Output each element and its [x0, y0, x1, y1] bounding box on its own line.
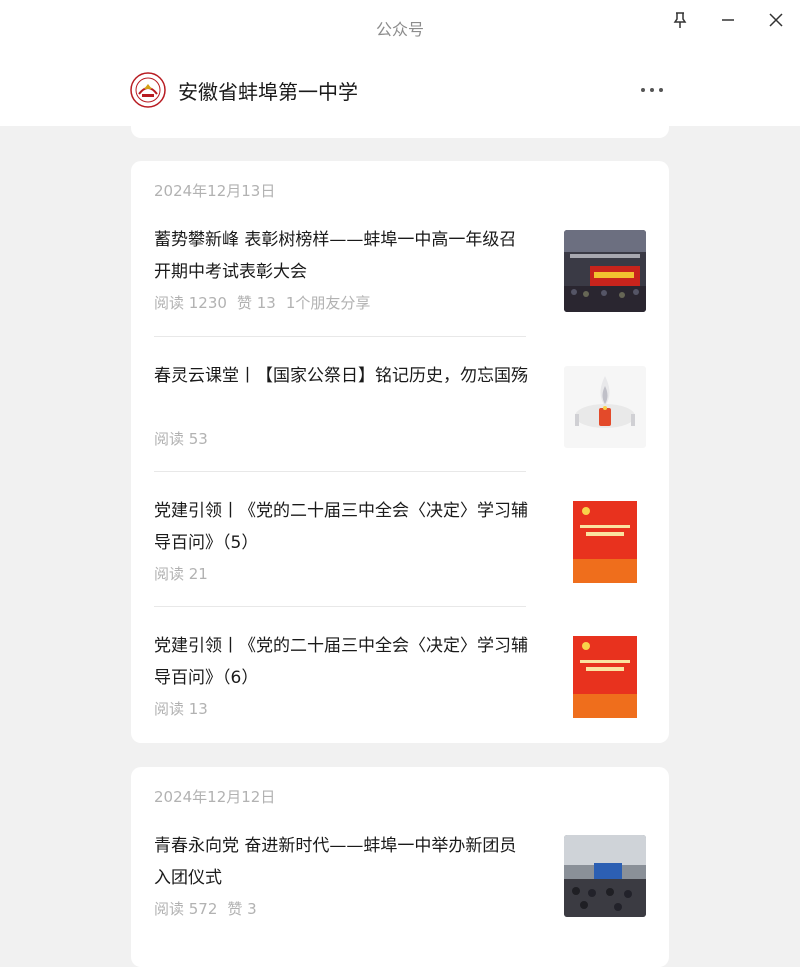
more-options-button[interactable]	[636, 78, 668, 102]
minimize-button[interactable]	[714, 8, 742, 32]
article-group-card: 2024年12月12日 青春永向党 奋进新时代——蚌埠一中举办新团员入团仪式 阅…	[131, 767, 669, 967]
article-thumbnail	[564, 501, 646, 583]
minimize-icon	[722, 19, 734, 21]
article-item[interactable]: 党建引领丨《党的二十届三中全会〈决定〉学习辅导百问》（5） 阅读 21	[154, 471, 649, 606]
article-stats: 阅读 572 赞 3	[154, 898, 267, 919]
account-name: 安徽省蚌埠第一中学	[178, 79, 358, 104]
group-date: 2024年12月13日	[154, 182, 276, 200]
read-count: 阅读 572	[154, 900, 218, 918]
article-thumbnail	[564, 230, 646, 312]
article-item[interactable]: 春灵云课堂丨【国家公祭日】铭记历史，勿忘国殇 阅读 53	[154, 336, 649, 471]
like-count: 赞 3	[227, 900, 257, 918]
article-thumbnail	[564, 366, 646, 448]
header-bar: 公众号 安徽省蚌埠第一中学	[0, 0, 800, 126]
article-title: 蓄势攀新峰 表彰树榜样——蚌埠一中高一年级召开期中考试表彰大会	[154, 230, 517, 282]
divider	[154, 606, 526, 607]
read-count: 阅读 53	[154, 430, 208, 448]
article-title: 青春永向党 奋进新时代——蚌埠一中举办新团员入团仪式	[154, 836, 517, 888]
read-count: 阅读 21	[154, 565, 208, 583]
school-emblem-icon	[130, 72, 166, 108]
group-date: 2024年12月12日	[154, 788, 276, 806]
like-count: 赞 13	[236, 294, 276, 312]
pin-icon	[673, 12, 687, 28]
account-header[interactable]: 安徽省蚌埠第一中学	[130, 72, 358, 108]
article-title: 党建引领丨《党的二十届三中全会〈决定〉学习辅导百问》（6）	[154, 636, 528, 688]
article-item[interactable]: 青春永向党 奋进新时代——蚌埠一中举办新团员入团仪式 阅读 572 赞 3	[154, 822, 649, 957]
divider	[154, 471, 526, 472]
article-item[interactable]: 党建引领丨《党的二十届三中全会〈决定〉学习辅导百问》（6） 阅读 13	[154, 606, 649, 741]
previous-card-bottom	[131, 110, 669, 138]
article-stats: 阅读 21	[154, 563, 218, 584]
article-thumbnail	[564, 835, 646, 917]
article-group-card: 2024年12月13日 蓄势攀新峰 表彰树榜样——蚌埠一中高一年级召开期中考试表…	[131, 161, 669, 743]
article-stats: 阅读 53	[154, 428, 218, 449]
article-title: 党建引领丨《党的二十届三中全会〈决定〉学习辅导百问》（5）	[154, 501, 528, 553]
article-title: 春灵云课堂丨【国家公祭日】铭记历史，勿忘国殇	[154, 366, 528, 386]
article-stats: 阅读 13	[154, 698, 218, 719]
article-thumbnail	[564, 636, 646, 718]
article-item[interactable]: 蓄势攀新峰 表彰树榜样——蚌埠一中高一年级召开期中考试表彰大会 阅读 1230 赞…	[154, 216, 649, 351]
close-icon	[769, 13, 783, 27]
pin-button[interactable]	[666, 8, 694, 32]
read-count: 阅读 1230	[154, 294, 227, 312]
share-count: 1个朋友分享	[285, 294, 371, 312]
article-stats: 阅读 1230 赞 13 1个朋友分享	[154, 292, 380, 313]
more-dots-icon	[641, 88, 663, 92]
divider	[154, 336, 526, 337]
read-count: 阅读 13	[154, 700, 208, 718]
close-button[interactable]	[762, 8, 790, 32]
